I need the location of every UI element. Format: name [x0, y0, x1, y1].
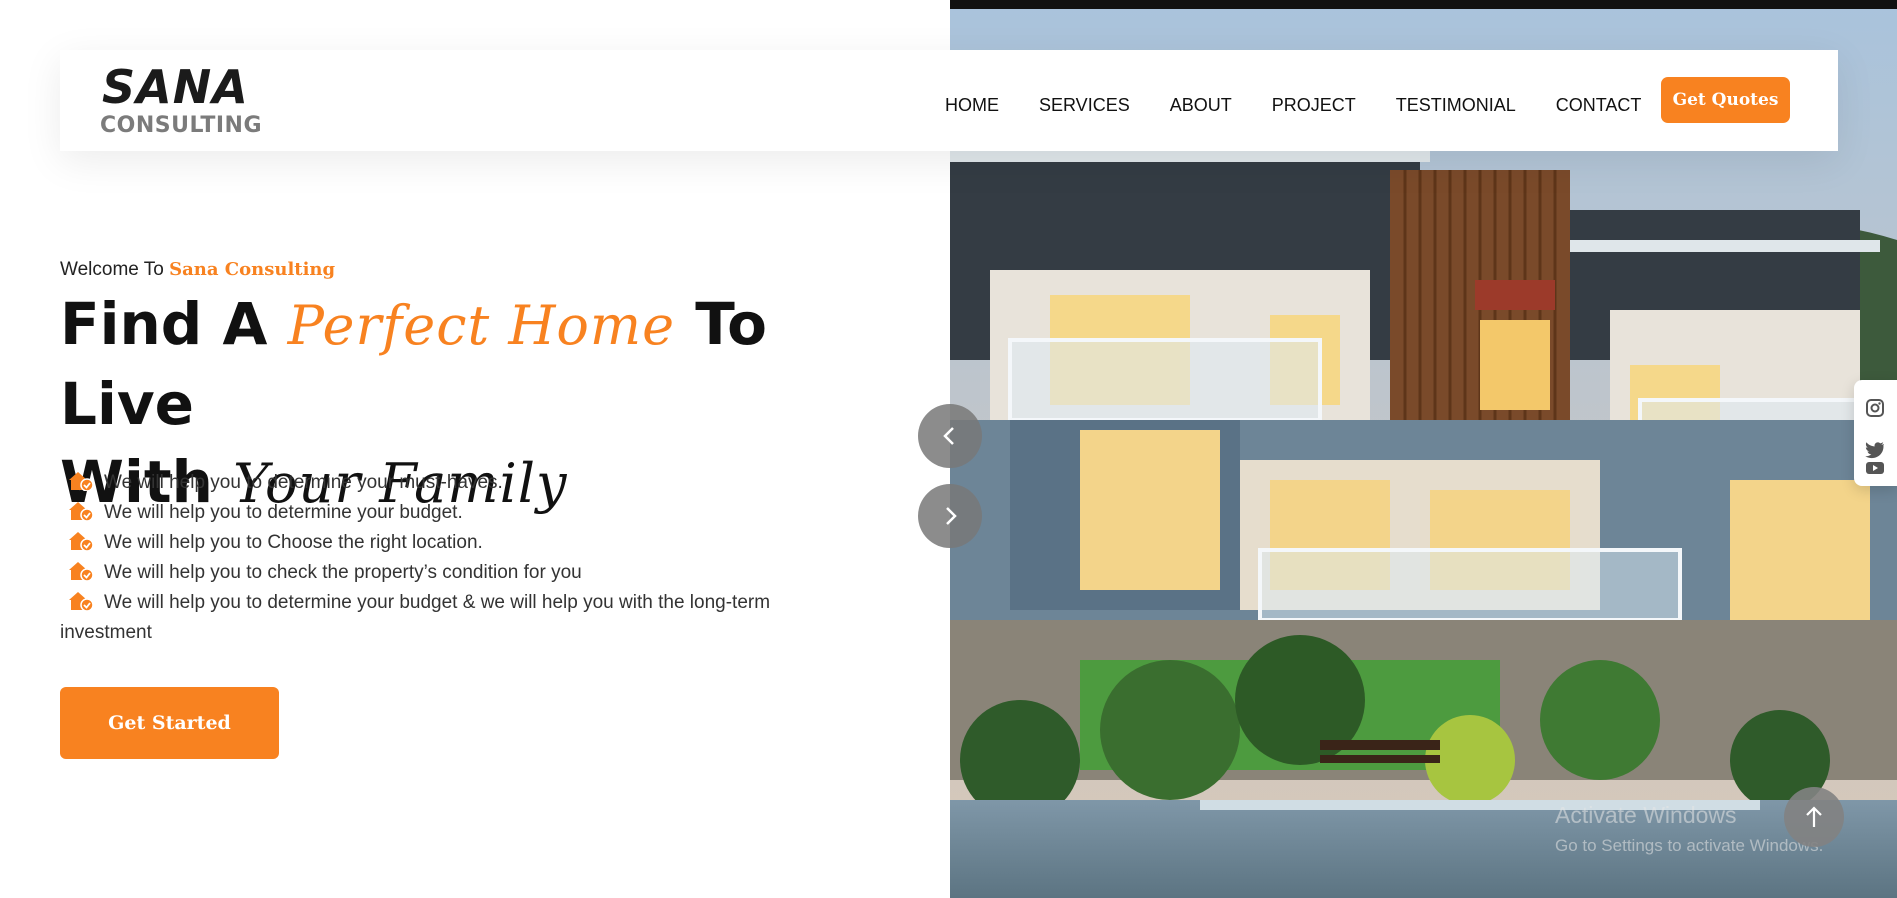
headline-part2: Perfect Home: [287, 294, 676, 357]
get-quotes-button[interactable]: Get Quotes: [1661, 77, 1790, 123]
nav-testimonial[interactable]: TESTIMONIAL: [1396, 94, 1516, 116]
list-item: We will help you to Choose the right loc…: [60, 528, 860, 558]
feature-text: We will help you to Choose the right loc…: [104, 532, 483, 553]
social-bar: [1854, 380, 1897, 486]
watermark-line2: Go to Settings to activate Windows.: [1555, 836, 1824, 855]
nav-about[interactable]: ABOUT: [1170, 94, 1232, 116]
nav-services[interactable]: SERVICES: [1039, 94, 1130, 116]
logo-text-bottom: CONSULTING: [100, 113, 263, 138]
top-border-line: [950, 0, 1897, 9]
chevron-right-icon: [946, 507, 957, 525]
list-item: We will help you to determine your budge…: [60, 588, 860, 648]
home-check-icon: [69, 502, 94, 521]
chevron-left-icon: [943, 427, 954, 445]
list-item: We will help you to determine your budge…: [60, 498, 860, 528]
logo-text-top: SANA: [102, 60, 249, 114]
feature-list: We will help you to determine your must-…: [60, 468, 860, 648]
youtube-icon[interactable]: [1865, 458, 1885, 478]
home-check-icon: [69, 592, 94, 611]
watermark-line1: Activate Windows: [1555, 802, 1737, 828]
welcome-brand: Sana Consulting: [169, 259, 336, 280]
welcome-prefix: Welcome To: [60, 259, 164, 280]
headline-part1: Find A: [60, 290, 288, 358]
home-check-icon: [69, 562, 94, 581]
feature-text: We will help you to determine your budge…: [60, 592, 771, 643]
nav-home[interactable]: HOME: [945, 94, 999, 116]
main-nav: HOME SERVICES ABOUT PROJECT TESTIMONIAL …: [945, 94, 1681, 116]
home-check-icon: [69, 472, 94, 491]
arrow-up-icon: [1806, 806, 1822, 827]
nav-contact[interactable]: CONTACT: [1556, 94, 1642, 116]
list-item: We will help you to determine your must-…: [60, 468, 860, 498]
get-started-button[interactable]: Get Started: [60, 687, 279, 759]
site-header: SANA CONSULTING HOME SERVICES ABOUT PROJ…: [60, 50, 1838, 151]
slider-prev-button[interactable]: [918, 404, 982, 468]
instagram-icon[interactable]: [1865, 398, 1885, 418]
feature-text: We will help you to determine your must-…: [104, 472, 503, 493]
twitter-icon[interactable]: [1865, 440, 1885, 460]
feature-text: We will help you to check the property’s…: [104, 562, 582, 583]
welcome-line: Welcome To Sana Consulting: [60, 258, 335, 282]
slider-next-button[interactable]: [918, 484, 982, 548]
logo[interactable]: SANA CONSULTING: [100, 61, 265, 141]
back-to-top-button[interactable]: [1784, 787, 1844, 847]
home-check-icon: [69, 532, 94, 551]
list-item: We will help you to check the property’s…: [60, 558, 860, 588]
nav-project[interactable]: PROJECT: [1272, 94, 1356, 116]
feature-text: We will help you to determine your budge…: [104, 502, 463, 523]
